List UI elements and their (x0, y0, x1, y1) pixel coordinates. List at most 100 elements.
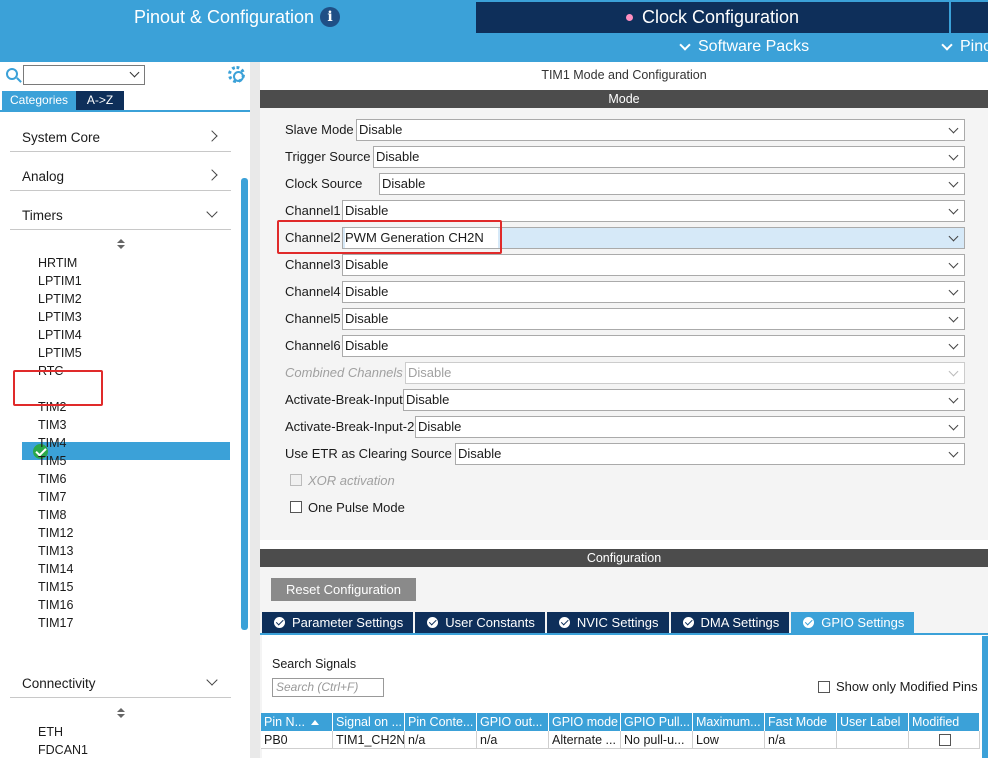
column-header-modified[interactable]: Modified (909, 713, 980, 731)
peripheral-item-tim15[interactable]: TIM15 (38, 578, 73, 596)
trigger-source-select[interactable]: Disable (373, 146, 965, 168)
field-label: Slave Mode (285, 122, 354, 137)
peripheral-item-lptim4[interactable]: LPTIM4 (38, 326, 82, 344)
mode-section-header: Mode (260, 90, 988, 108)
category-connectivity[interactable]: Connectivity (10, 670, 231, 698)
select-value: Disable (345, 203, 389, 218)
column-header-gpio-pull[interactable]: GPIO Pull... (621, 713, 693, 731)
channel3-select[interactable]: Disable (342, 254, 965, 276)
activate-break-input-2-select[interactable]: Disable (415, 416, 965, 438)
tab-overflow[interactable] (951, 2, 988, 33)
tab-label: DMA Settings (700, 615, 780, 630)
peripheral-item-lptim5[interactable]: LPTIM5 (38, 344, 82, 362)
show-only-modified-checkbox[interactable]: Show only Modified Pins (818, 679, 978, 694)
sort-icon[interactable] (116, 708, 126, 720)
tab-label: GPIO Settings (821, 615, 905, 630)
one-pulse-mode-checkbox[interactable]: One Pulse Mode (290, 498, 405, 516)
checkbox-box[interactable] (818, 680, 830, 693)
field-label: Clock Source (285, 176, 363, 191)
activate-break-input-select[interactable]: Disable (403, 389, 965, 411)
channel1-select[interactable]: Disable (342, 200, 965, 222)
category-analog[interactable]: Analog (10, 163, 231, 191)
tab-dma-settings[interactable]: DMA Settings (670, 612, 790, 633)
peripheral-item-tim16[interactable]: TIM16 (38, 596, 73, 614)
tab-clock-label: Clock Configuration (641, 7, 800, 27)
configuration-tabs: Parameter Settings User Constants NVIC S… (262, 612, 916, 633)
modified-checkbox[interactable] (939, 734, 951, 746)
search-signals-input[interactable]: Search (Ctrl+F) (272, 678, 384, 697)
gear-icon[interactable] (228, 66, 245, 83)
category-timers[interactable]: Timers (10, 202, 231, 230)
clock-source-select[interactable]: Disable (379, 173, 965, 195)
tab-user-constants[interactable]: User Constants (415, 612, 545, 633)
sort-icon[interactable] (116, 239, 126, 251)
sidebar-scrollbar[interactable] (241, 178, 248, 630)
panel-splitter[interactable] (250, 62, 260, 758)
peripheral-item-eth[interactable]: ETH (38, 723, 63, 741)
column-header-maximum-speed[interactable]: Maximum... (693, 713, 765, 731)
tab-parameter-settings[interactable]: Parameter Settings (262, 612, 414, 633)
chevron-down-icon (206, 674, 218, 686)
cell-gpio-mode: Alternate ... (549, 731, 621, 749)
peripheral-item-tim8[interactable]: TIM8 (38, 506, 66, 524)
peripheral-item-hrtim[interactable]: HRTIM (38, 254, 77, 272)
peripheral-item-tim6[interactable]: TIM6 (38, 470, 66, 488)
tab-clock-configuration[interactable]: Clock Configuration (476, 2, 949, 33)
tab-label: Parameter Settings (292, 615, 404, 630)
gpio-table-header: Pin N... Signal on ... Pin Conte... GPIO… (261, 713, 985, 731)
stm32cubemx-window: Pinout & Configuration i Clock Configura… (0, 0, 988, 758)
sort-ascending-icon (311, 720, 319, 726)
field-label: Channel3 (285, 257, 341, 272)
column-header-signal[interactable]: Signal on ... (333, 713, 405, 731)
channel5-select[interactable]: Disable (342, 308, 965, 330)
column-header-gpio-output[interactable]: GPIO out... (477, 713, 549, 731)
peripheral-item-tim4[interactable]: TIM4 (38, 434, 66, 452)
chevron-down-icon (129, 67, 140, 78)
peripheral-item-lptim3[interactable]: LPTIM3 (38, 308, 82, 326)
column-header-pin-context[interactable]: Pin Conte... (405, 713, 477, 731)
chevron-right-icon (206, 130, 218, 142)
chevron-down-icon (948, 312, 959, 323)
chevron-down-icon (948, 123, 959, 134)
channel6-select[interactable]: Disable (342, 335, 965, 357)
category-search-combo[interactable] (23, 65, 145, 85)
checkbox-box[interactable] (290, 501, 302, 513)
tab-pinout-configuration[interactable]: Pinout & Configuration i (0, 0, 474, 34)
table-row[interactable]: PB0 TIM1_CH2N n/a n/a Alternate ... No p… (261, 731, 985, 749)
channel4-select[interactable]: Disable (342, 281, 965, 303)
use-etr-clearing-select[interactable]: Disable (455, 443, 965, 465)
tab-categories[interactable]: Categories (2, 91, 77, 110)
peripheral-item-tim13[interactable]: TIM13 (38, 542, 73, 560)
xor-activation-checkbox: XOR activation (290, 471, 395, 489)
config-scrollbar[interactable] (982, 636, 988, 758)
tab-nvic-settings[interactable]: NVIC Settings (546, 612, 669, 633)
reset-configuration-button[interactable]: Reset Configuration (271, 578, 416, 601)
info-icon[interactable]: i (320, 7, 341, 27)
peripheral-item-lptim1[interactable]: LPTIM1 (38, 272, 82, 290)
cell-modified (909, 731, 980, 749)
chevron-down-icon (948, 177, 959, 188)
select-value: Disable (406, 392, 450, 407)
pinout-menu[interactable]: Pinout (938, 38, 988, 56)
peripheral-item-lptim2[interactable]: LPTIM2 (38, 290, 82, 308)
category-system-core[interactable]: System Core (10, 124, 231, 152)
peripheral-item-tim14[interactable]: TIM14 (38, 560, 73, 578)
column-header-pin-name[interactable]: Pin N... (261, 713, 333, 731)
peripheral-item-tim17[interactable]: TIM17 (38, 614, 73, 632)
peripheral-item-tim7[interactable]: TIM7 (38, 488, 66, 506)
tab-a-z[interactable]: A->Z (76, 91, 125, 110)
software-packs-menu[interactable]: Software Packs (676, 38, 809, 56)
annotation-highlight-box (277, 220, 502, 254)
peripheral-item-fdcan1[interactable]: FDCAN1 (38, 741, 88, 758)
column-header-user-label[interactable]: User Label (837, 713, 909, 731)
peripheral-item-tim5[interactable]: TIM5 (38, 452, 66, 470)
peripheral-item-tim12[interactable]: TIM12 (38, 524, 73, 542)
chevron-down-icon (206, 206, 218, 218)
peripheral-item-tim3[interactable]: TIM3 (38, 416, 66, 434)
slave-mode-select[interactable]: Disable (356, 119, 965, 141)
tab-gpio-settings[interactable]: GPIO Settings (791, 612, 915, 633)
column-header-fast-mode[interactable]: Fast Mode (765, 713, 837, 731)
chevron-down-icon (948, 150, 959, 161)
pinout-menu-label: Pinout (960, 38, 988, 55)
column-header-gpio-mode[interactable]: GPIO mode (549, 713, 621, 731)
